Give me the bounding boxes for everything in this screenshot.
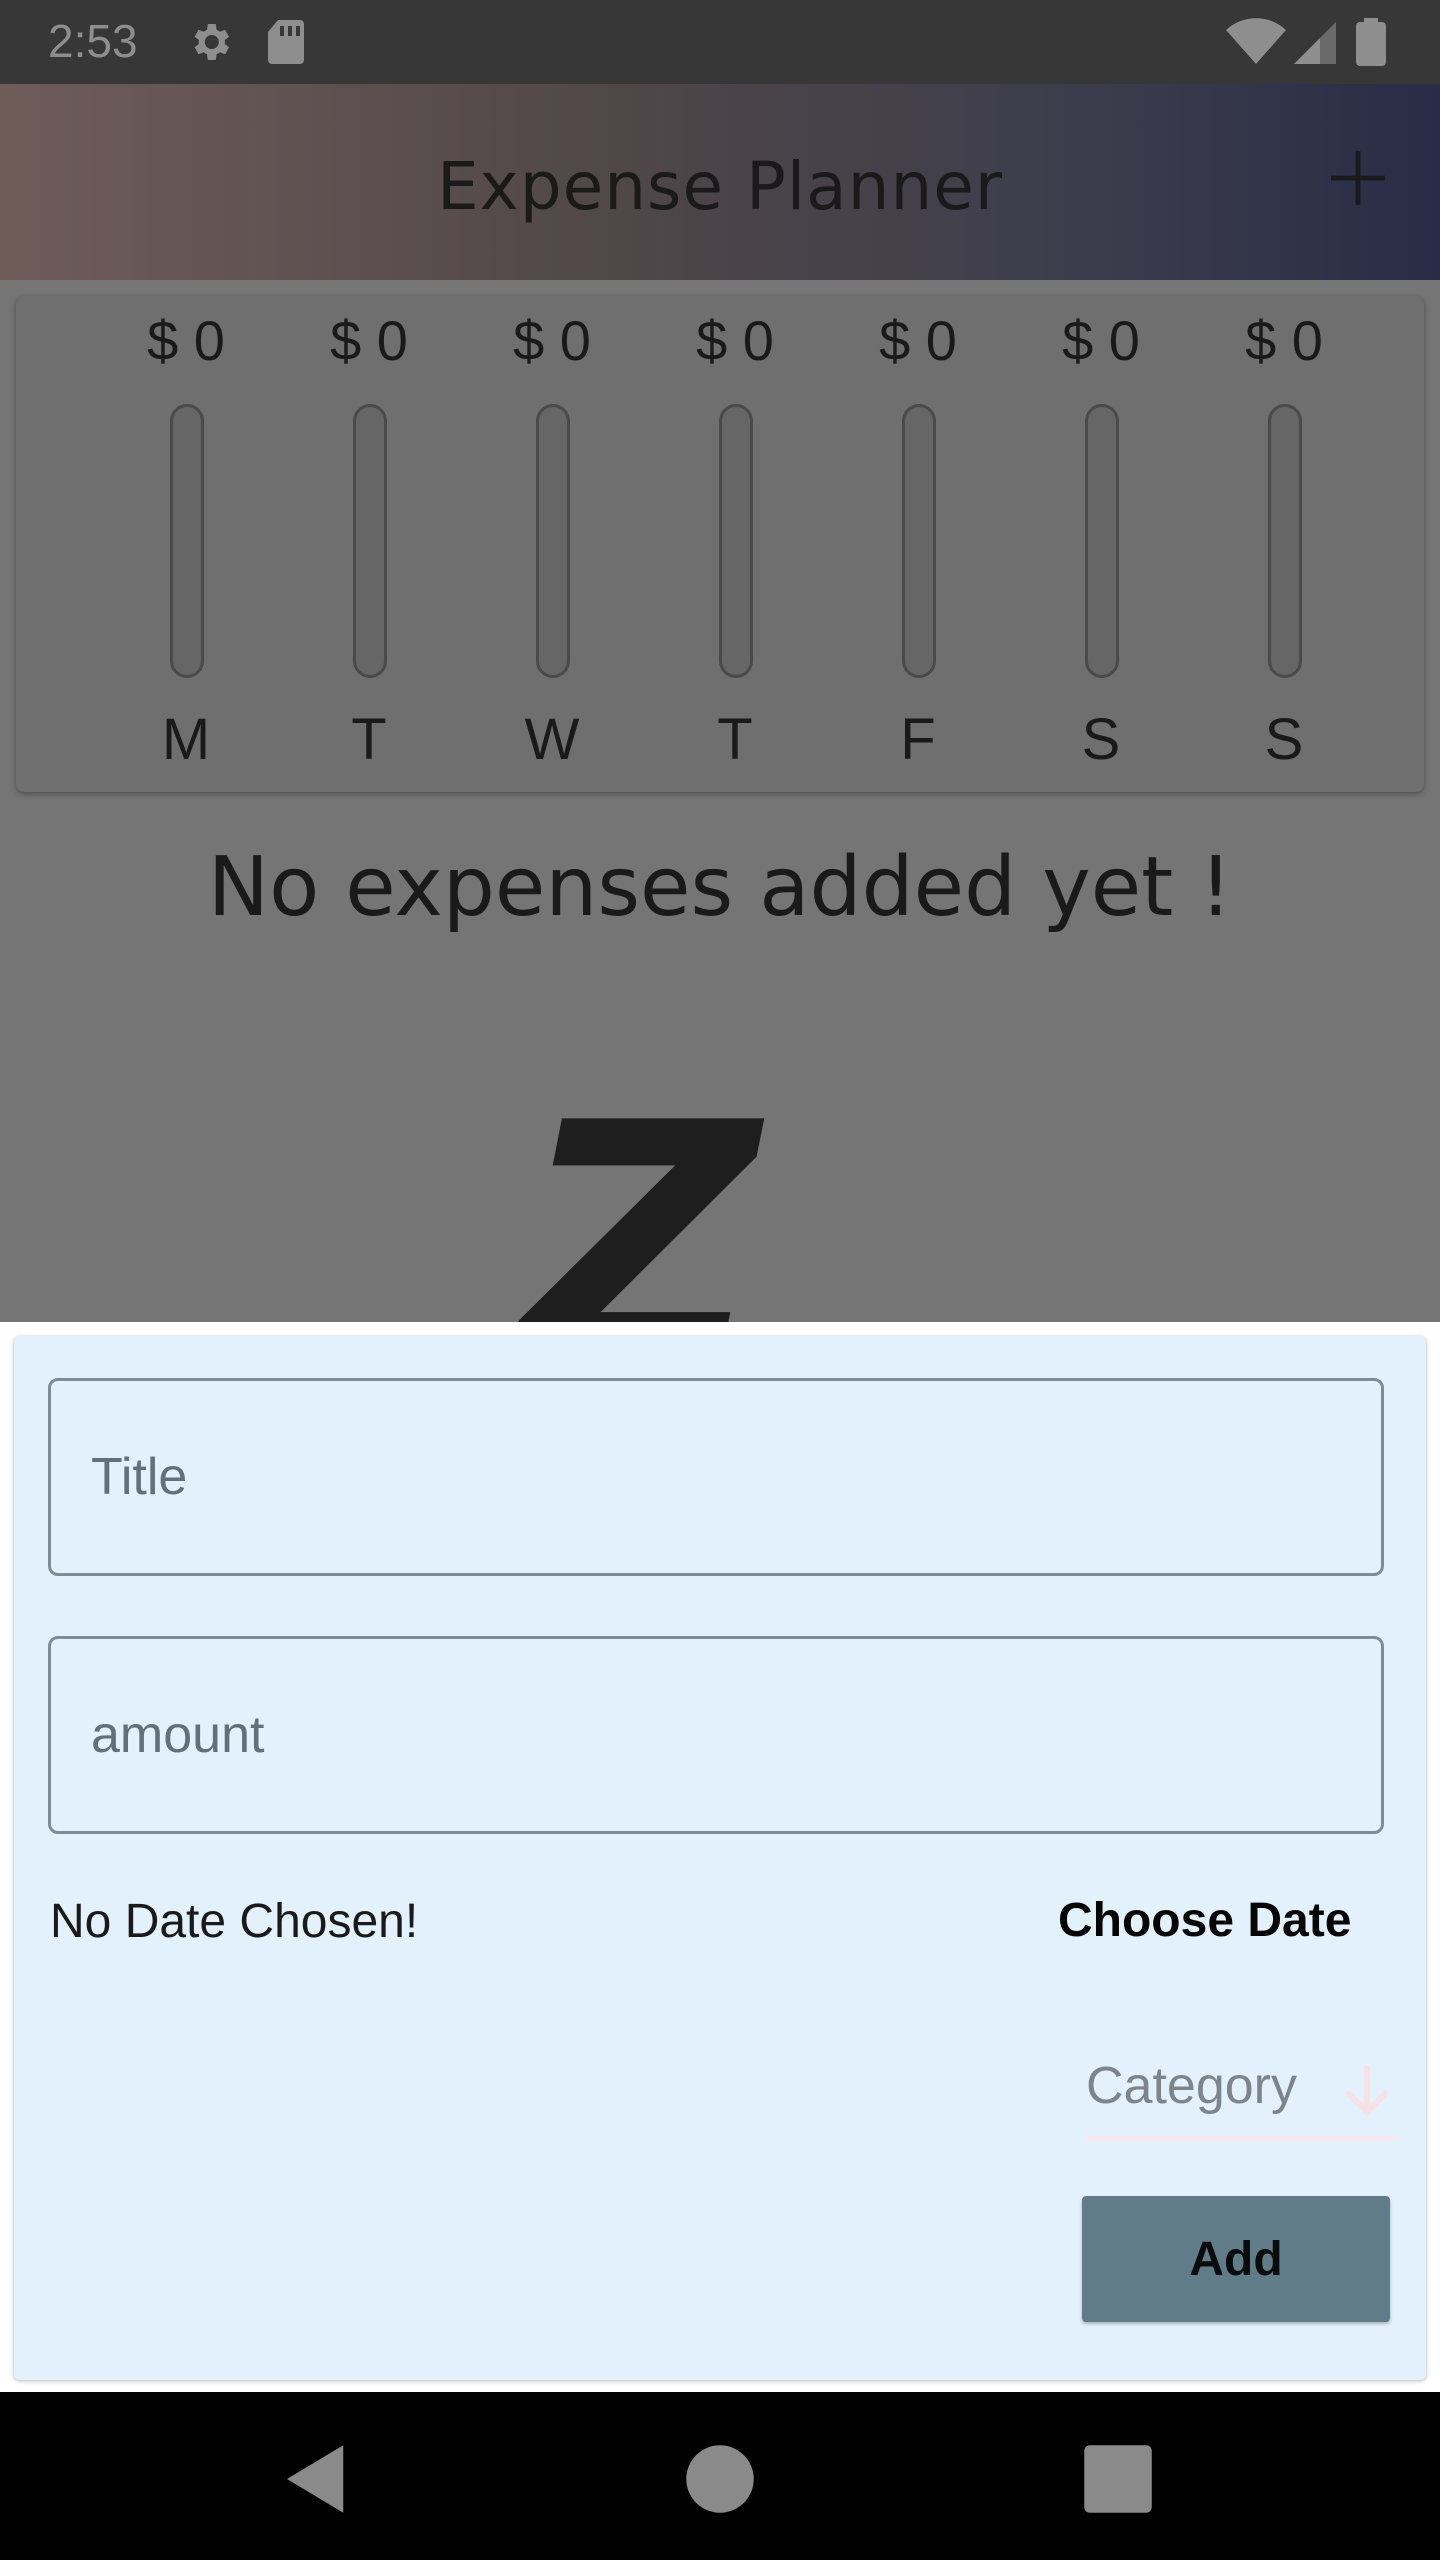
category-underline (1086, 2136, 1396, 2141)
chart-day-label: W (524, 707, 580, 772)
chart-bar (353, 404, 387, 678)
home-icon[interactable] (675, 2434, 765, 2524)
category-placeholder: Category (1086, 2057, 1297, 2115)
title-input[interactable] (48, 1378, 1384, 1576)
add-expense-button[interactable]: Add (1082, 2196, 1390, 2322)
empty-state-message: No expenses added yet ! (207, 840, 1233, 935)
amount-input[interactable] (48, 1636, 1384, 1834)
system-nav-bar (0, 2392, 1440, 2560)
chart-bar-amount: $ 0 (147, 309, 225, 372)
sd-card-icon (268, 20, 304, 64)
weekly-chart-card: $ 0 M $ 0 T $ 0 W $ 0 T $ 0 F $ 0 S $ 0 S (16, 296, 1424, 792)
recents-icon[interactable] (1073, 2434, 1163, 2524)
chart-bar (170, 404, 204, 678)
add-icon[interactable] (1322, 142, 1394, 214)
status-bar: 2:53 (0, 0, 1440, 84)
chart-bar-column: $ 0 M (86, 296, 286, 792)
chart-bar (902, 404, 936, 678)
app-title: Expense Planner (436, 148, 1004, 225)
chart-bar-amount: $ 0 (1062, 309, 1140, 372)
chart-bar (536, 404, 570, 678)
back-icon[interactable] (272, 2434, 362, 2524)
cell-signal-icon (1294, 22, 1336, 64)
chart-bar-column: $ 0 S (1184, 296, 1384, 792)
chart-bar-amount: $ 0 (513, 309, 591, 372)
wifi-icon (1226, 18, 1286, 64)
app-bar: Expense Planner (0, 84, 1440, 280)
arrow-down-icon (1344, 2066, 1390, 2117)
battery-icon (1356, 18, 1386, 66)
chart-bar-column: $ 0 W (452, 296, 652, 792)
category-dropdown[interactable]: Category (1076, 2044, 1402, 2144)
chart-day-label: S (1264, 707, 1304, 772)
status-time: 2:53 (48, 15, 138, 67)
chart-day-label: M (161, 707, 211, 772)
chart-bar (719, 404, 753, 678)
new-expense-sheet: No Date Chosen! Choose Date Category Add (0, 1322, 1440, 2392)
chart-day-label: F (900, 707, 936, 772)
chart-bar-column: $ 0 S (1001, 296, 1201, 792)
chart-bar-column: $ 0 T (635, 296, 835, 792)
new-expense-form: No Date Chosen! Choose Date Category Add (14, 1336, 1426, 2380)
chart-bar-amount: $ 0 (330, 309, 408, 372)
chart-bar-column: $ 0 F (818, 296, 1018, 792)
chart-bar-amount: $ 0 (1245, 309, 1323, 372)
choose-date-button[interactable]: Choose Date (1044, 1884, 1365, 1956)
date-status-label: No Date Chosen! (50, 1895, 419, 1948)
chart-day-label: S (1081, 707, 1121, 772)
chart-bar (1085, 404, 1119, 678)
chart-bar (1268, 404, 1302, 678)
chart-day-label: T (717, 707, 753, 772)
settings-icon (194, 24, 229, 60)
chart-day-label: T (351, 707, 387, 772)
chart-bar-amount: $ 0 (696, 309, 774, 372)
chart-bar-amount: $ 0 (879, 309, 957, 372)
chart-bar-column: $ 0 T (269, 296, 469, 792)
